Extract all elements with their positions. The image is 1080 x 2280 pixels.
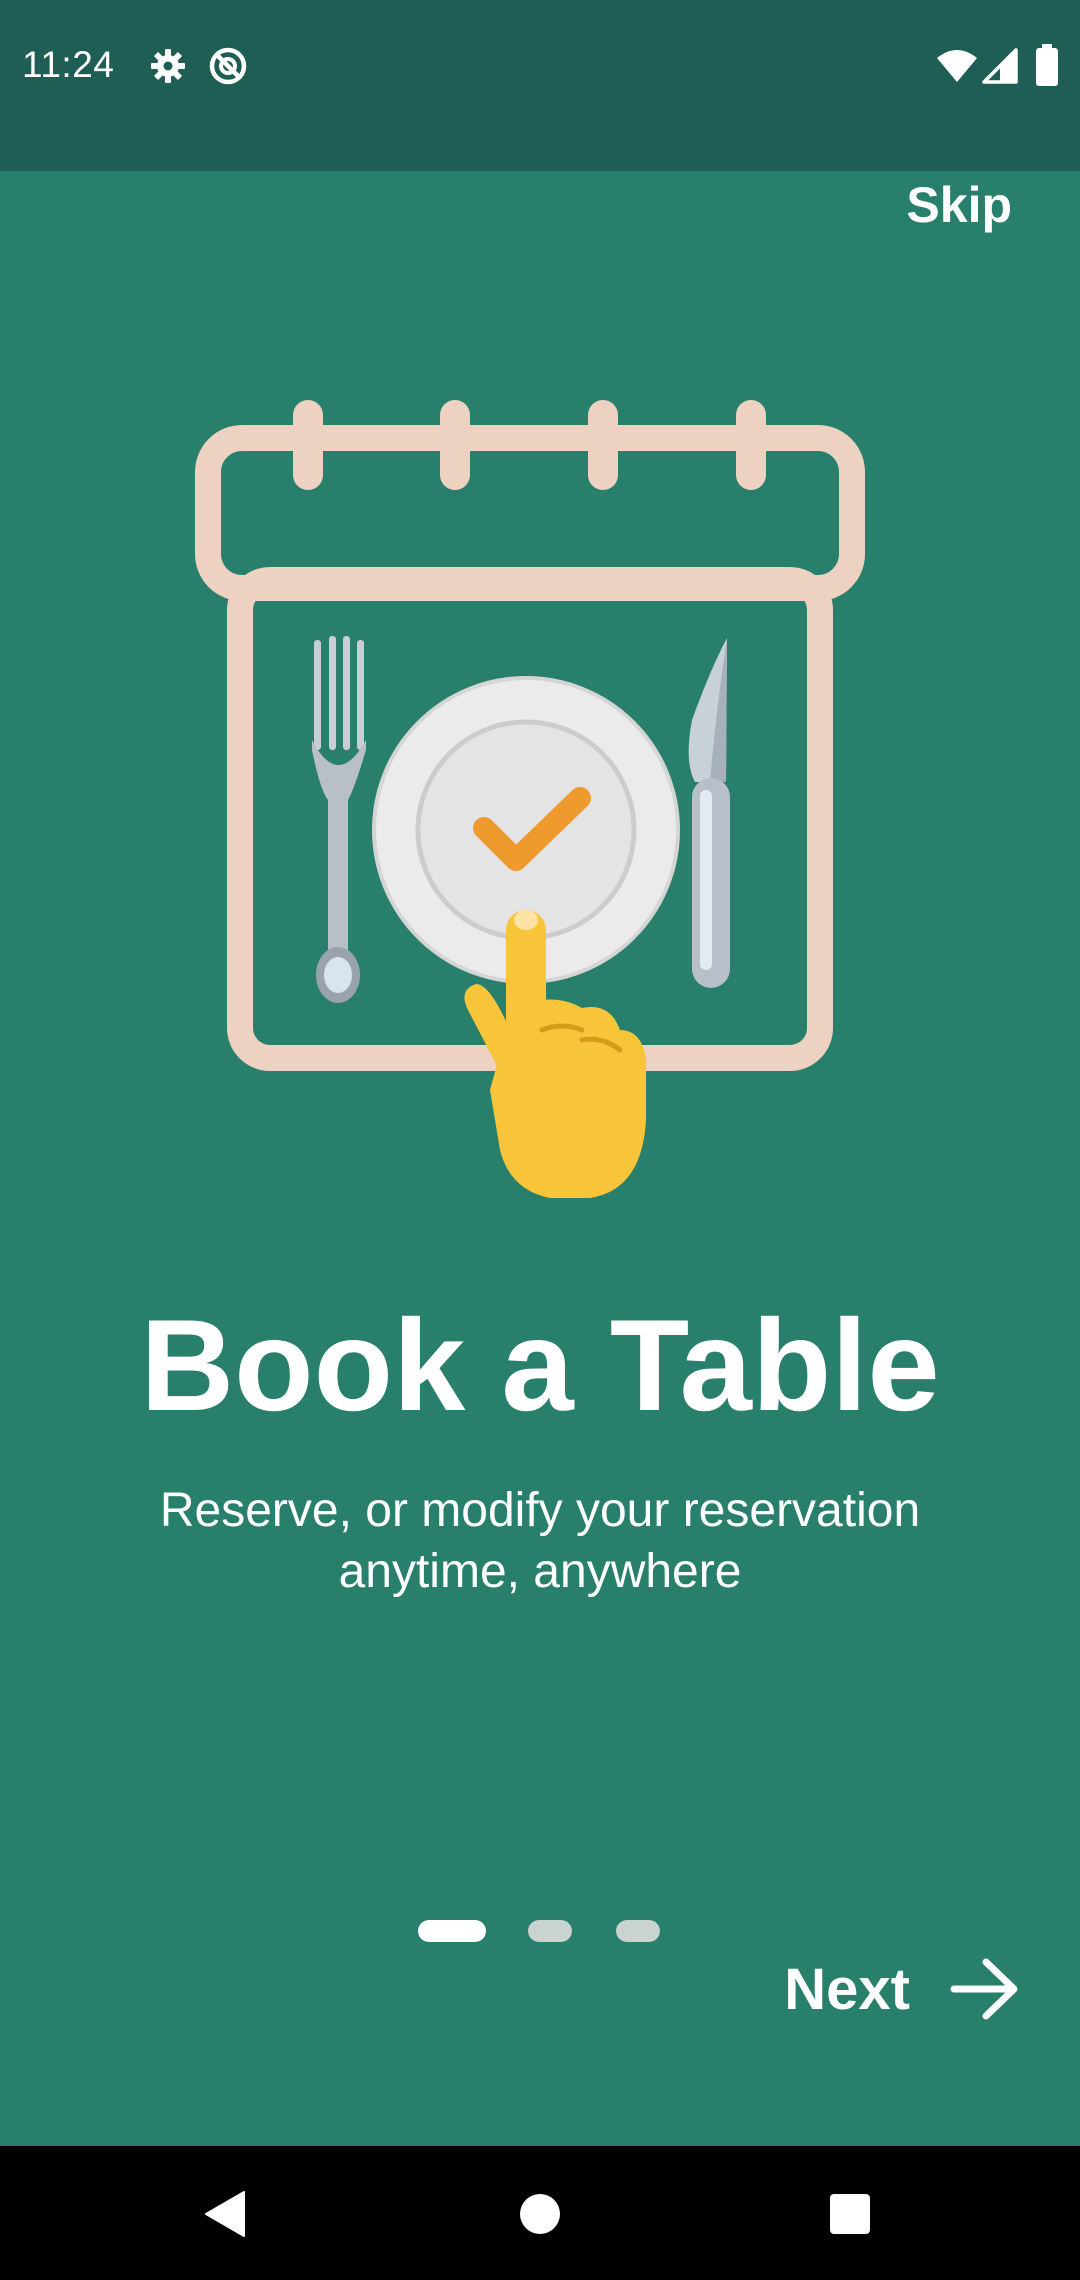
recents-icon[interactable]	[820, 2184, 880, 2244]
arrow-right-icon	[948, 1952, 1022, 2026]
page-subtitle: Reserve, or modify your reservation anyt…	[159, 1484, 921, 1598]
signal-icon	[982, 46, 1018, 86]
navigation-bar	[0, 2146, 1080, 2280]
next-button[interactable]: Next	[784, 1948, 1022, 2030]
calendar-plate-icon	[190, 390, 870, 1210]
wifi-icon	[936, 46, 978, 86]
home-icon[interactable]	[510, 2184, 570, 2244]
back-icon[interactable]	[194, 2184, 254, 2244]
do-not-disturb-icon	[208, 46, 248, 86]
page-dot-3	[616, 1920, 660, 1942]
settings-icon	[148, 46, 188, 86]
knife-icon	[688, 638, 730, 988]
page-dot-1	[418, 1920, 486, 1942]
page-dot-2	[528, 1920, 572, 1942]
next-label: Next	[784, 1956, 910, 2022]
battery-icon	[1036, 44, 1058, 86]
fork-icon	[312, 636, 366, 1003]
skip-button[interactable]: Skip	[906, 176, 1012, 234]
status-time: 11:24	[22, 44, 115, 85]
status-bar: 11:24	[0, 0, 1080, 171]
page-indicator	[0, 1920, 1080, 1944]
page-title: Book a Table	[140, 1292, 940, 1438]
